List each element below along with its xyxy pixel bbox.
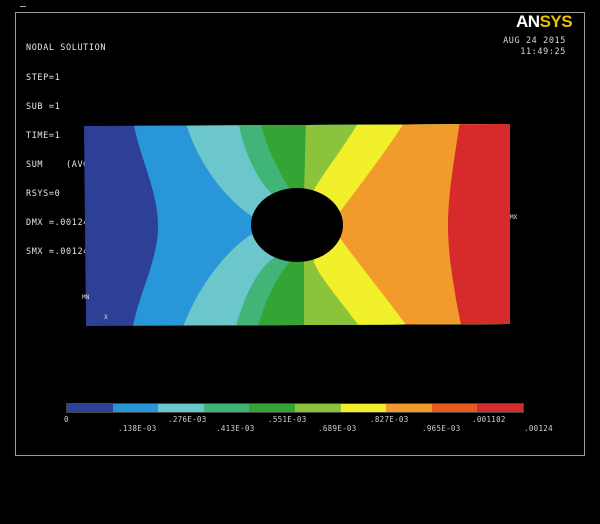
legend-swatch-4 xyxy=(203,404,250,412)
legend-label: .138E-03 xyxy=(118,424,157,433)
legend-label: .689E-03 xyxy=(318,424,357,433)
legend-label: .551E-03 xyxy=(268,415,307,424)
legend-swatch-3 xyxy=(158,404,204,412)
legend-swatch-6 xyxy=(294,404,341,412)
legend-swatch-9 xyxy=(431,404,478,412)
legend-label: .00124 xyxy=(524,424,553,433)
max-marker: MX xyxy=(510,214,518,221)
legend-swatch-5 xyxy=(249,404,295,412)
contour-plot xyxy=(84,124,510,326)
axis-marker: X xyxy=(104,314,108,321)
legend-label: .827E-03 xyxy=(370,415,409,424)
color-legend-bar xyxy=(66,403,524,413)
legend-swatch-1 xyxy=(67,404,113,412)
hole xyxy=(251,188,343,262)
legend-swatch-2 xyxy=(112,404,159,412)
legend-swatch-7 xyxy=(340,404,387,412)
legend-label: .965E-03 xyxy=(422,424,461,433)
legend-label: 0 xyxy=(64,415,69,424)
legend-label: .001102 xyxy=(472,415,506,424)
band-9 xyxy=(448,124,510,326)
legend-swatch-8 xyxy=(386,404,432,412)
legend-swatch-10 xyxy=(477,404,523,412)
legend-label: .413E-03 xyxy=(216,424,255,433)
legend-label: .276E-03 xyxy=(168,415,207,424)
min-marker: MN xyxy=(82,294,90,301)
